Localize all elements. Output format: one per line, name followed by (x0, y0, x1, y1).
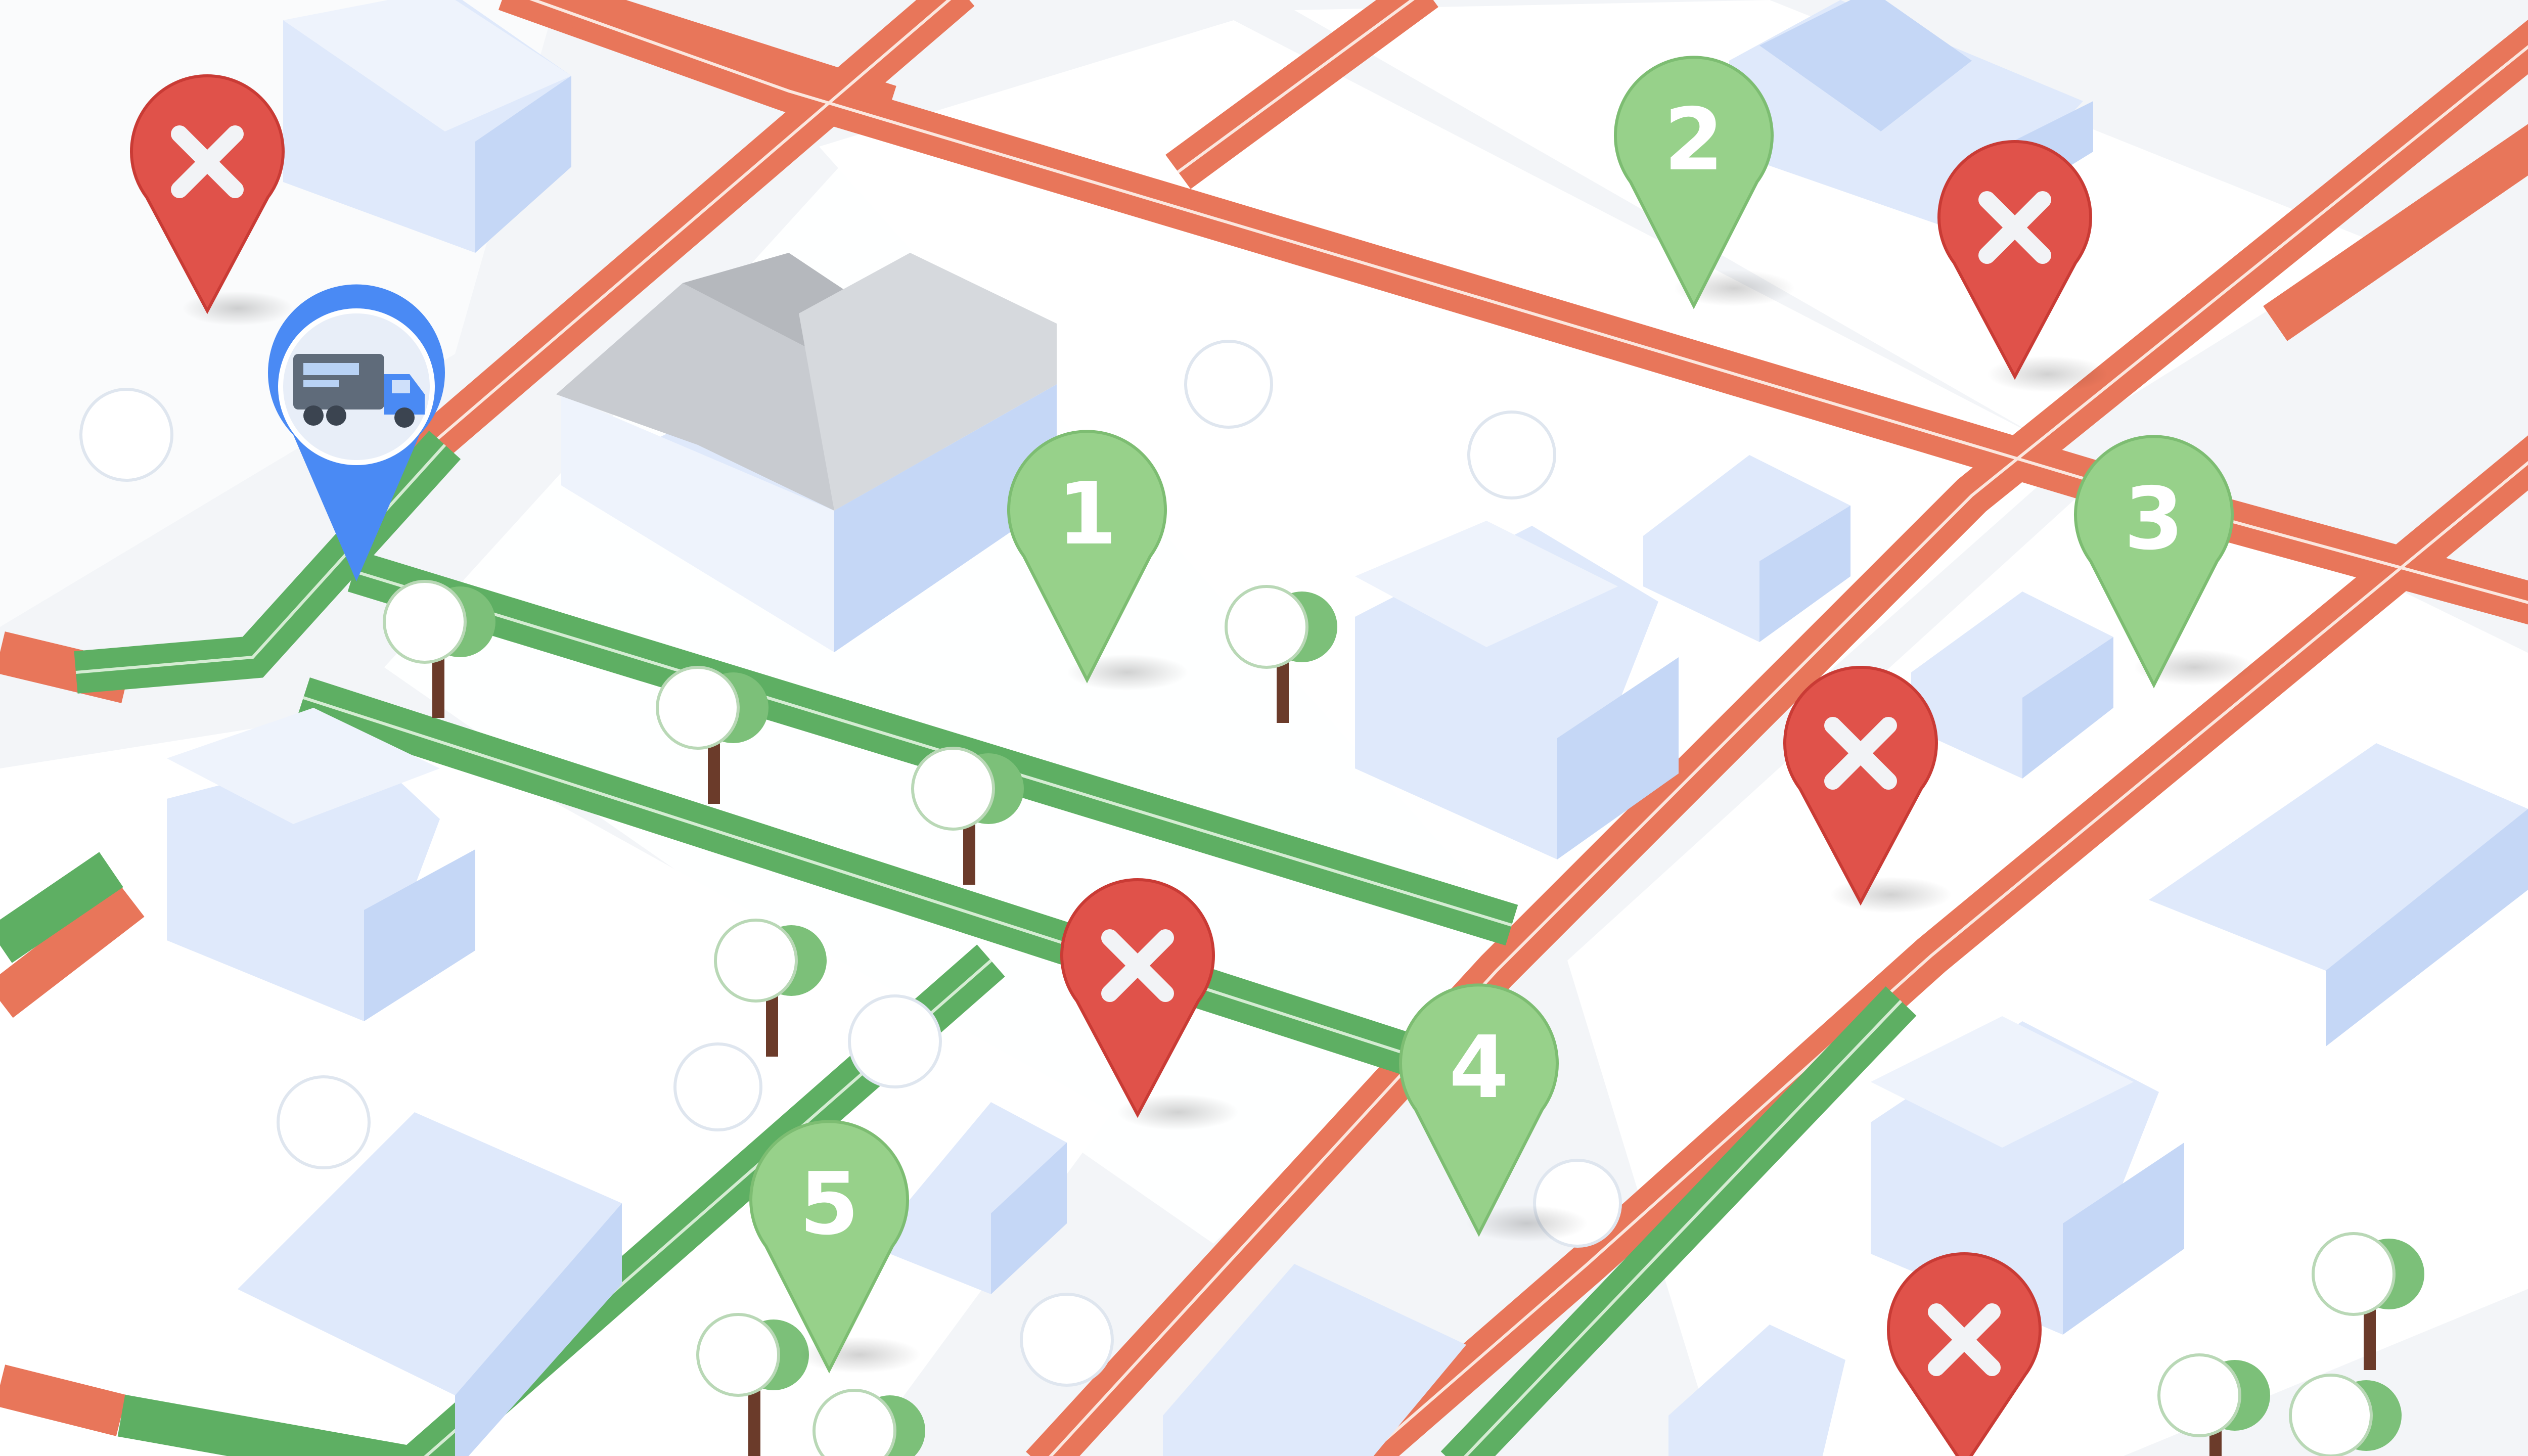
bush (277, 1075, 371, 1169)
bush (1184, 340, 1273, 429)
bush (1467, 411, 1556, 499)
stop-label: 1 (1057, 464, 1117, 564)
bush (1020, 1293, 1114, 1387)
stop-label: 3 (2124, 469, 2184, 569)
isometric-route-map[interactable]: 1 2 3 4 5 (0, 0, 2528, 1456)
stop-label: 5 (799, 1154, 859, 1254)
bush (848, 994, 942, 1088)
bush (673, 1042, 762, 1131)
stop-label: 4 (1449, 1018, 1509, 1118)
bush (79, 388, 173, 482)
tree (2289, 1374, 2402, 1456)
stop-label: 2 (1664, 90, 1724, 190)
